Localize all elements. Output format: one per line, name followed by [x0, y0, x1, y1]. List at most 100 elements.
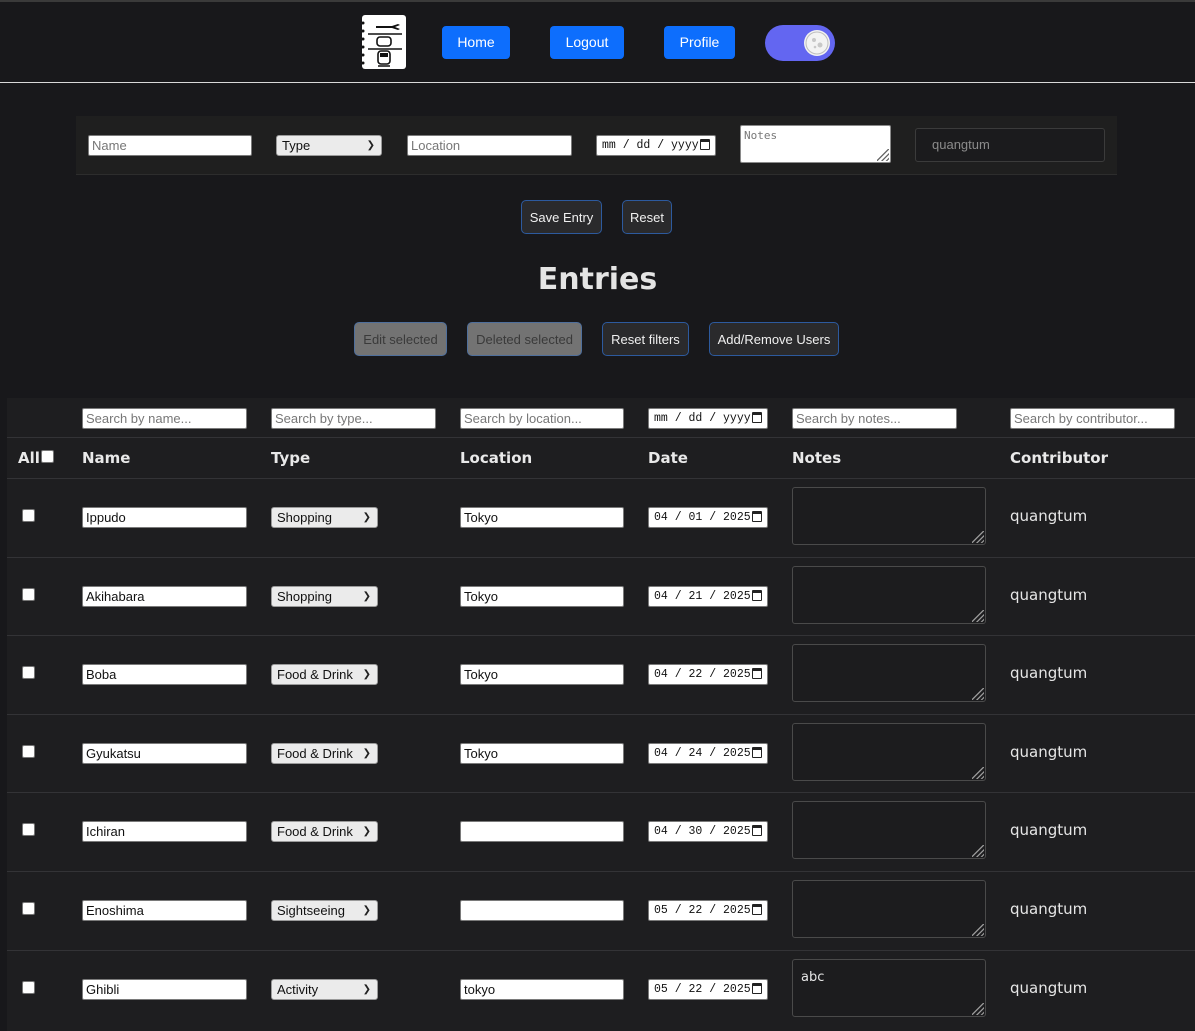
row-name-input[interactable]: Gyukatsu	[82, 743, 247, 764]
notes-placeholder: Notes	[744, 129, 778, 142]
resize-grip-icon[interactable]	[972, 924, 984, 936]
row-select-checkbox[interactable]	[22, 666, 35, 679]
row-location-input[interactable]: Tokyo	[460, 743, 624, 764]
resize-grip-icon[interactable]	[972, 1003, 984, 1015]
save-entry-button[interactable]: Save Entry	[521, 200, 602, 234]
row-type-select[interactable]: Sightseeing ❯	[271, 900, 378, 921]
filter-contributor-input[interactable]	[1010, 408, 1175, 429]
row-location-input[interactable]: Tokyo	[460, 507, 624, 528]
location-input[interactable]	[407, 135, 572, 156]
row-type-select[interactable]: Shopping ❯	[271, 507, 378, 528]
row-type-select[interactable]: Food & Drink ❯	[271, 743, 378, 764]
column-header-all: All	[18, 449, 40, 467]
calendar-icon[interactable]	[752, 747, 762, 758]
theme-toggle[interactable]	[765, 25, 835, 61]
row-notes-textarea[interactable]	[792, 566, 986, 624]
row-name-input[interactable]: Enoshima	[82, 900, 247, 921]
row-date-input[interactable]: 05 / 22 / 2025	[648, 979, 768, 1000]
row-date-input[interactable]: 04 / 01 / 2025	[648, 507, 768, 528]
type-select[interactable]: Type ❯	[276, 135, 382, 156]
edit-selected-button[interactable]: Edit selected	[354, 322, 447, 356]
row-type-value: Food & Drink	[277, 824, 353, 839]
date-input[interactable]: mm / dd / yyyy	[596, 135, 716, 156]
row-date-input[interactable]: 04 / 22 / 2025	[648, 664, 768, 685]
header-divider	[0, 82, 1195, 83]
row-notes-textarea[interactable]: abc	[792, 959, 986, 1017]
row-select-checkbox[interactable]	[22, 745, 35, 758]
row-date-input[interactable]: 05 / 22 / 2025	[648, 900, 768, 921]
row-location-input[interactable]: Tokyo	[460, 664, 624, 685]
resize-grip-icon[interactable]	[972, 688, 984, 700]
home-button[interactable]: Home	[442, 26, 510, 59]
row-name-input[interactable]: Ippudo	[82, 507, 247, 528]
name-input[interactable]	[88, 135, 252, 156]
row-location-input[interactable]	[460, 900, 624, 921]
row-select-checkbox[interactable]	[22, 823, 35, 836]
select-all-checkbox[interactable]	[41, 450, 54, 463]
row-date-input[interactable]: 04 / 24 / 2025	[648, 743, 768, 764]
row-location-input[interactable]: Tokyo	[460, 586, 624, 607]
travel-logo-icon[interactable]	[361, 15, 406, 69]
row-name-input[interactable]: Ichiran	[82, 821, 247, 842]
row-date-input[interactable]: 04 / 30 / 2025	[648, 821, 768, 842]
row-type-select[interactable]: Food & Drink ❯	[271, 821, 378, 842]
row-date-value: 05 / 22 / 2025	[654, 904, 751, 917]
column-header-date: Date	[648, 449, 688, 467]
filter-notes-input[interactable]	[792, 408, 957, 429]
calendar-icon[interactable]	[752, 412, 762, 423]
row-divider	[7, 792, 1195, 793]
resize-grip-icon[interactable]	[972, 610, 984, 622]
row-notes-textarea[interactable]	[792, 487, 986, 545]
resize-grip-icon[interactable]	[877, 149, 889, 161]
row-type-select[interactable]: Shopping ❯	[271, 586, 378, 607]
filter-location-input[interactable]	[460, 408, 624, 429]
resize-grip-icon[interactable]	[972, 767, 984, 779]
row-select-checkbox[interactable]	[22, 902, 35, 915]
row-contributor: quangtum	[1010, 586, 1088, 604]
row-name-input[interactable]: Ghibli	[82, 979, 247, 1000]
row-type-select[interactable]: Activity ❯	[271, 979, 378, 1000]
row-divider	[7, 950, 1195, 951]
resize-grip-icon[interactable]	[972, 531, 984, 543]
row-notes-textarea[interactable]	[792, 801, 986, 859]
row-select-checkbox[interactable]	[22, 509, 35, 522]
row-date-value: 04 / 24 / 2025	[654, 747, 751, 760]
notes-textarea[interactable]: Notes	[740, 125, 891, 163]
row-location-input[interactable]	[460, 821, 624, 842]
calendar-icon[interactable]	[752, 983, 762, 994]
delete-selected-button[interactable]: Deleted selected	[467, 322, 582, 356]
calendar-icon[interactable]	[752, 590, 762, 601]
calendar-icon[interactable]	[752, 904, 762, 915]
filter-name-input[interactable]	[82, 408, 247, 429]
row-type-value: Shopping	[277, 510, 332, 525]
chevron-down-icon: ❯	[362, 512, 371, 523]
calendar-icon[interactable]	[700, 139, 710, 150]
row-divider	[7, 871, 1195, 872]
reset-button[interactable]: Reset	[622, 200, 672, 234]
row-notes-textarea[interactable]	[792, 644, 986, 702]
calendar-icon[interactable]	[752, 825, 762, 836]
row-name-input[interactable]: Boba	[82, 664, 247, 685]
filter-date-input[interactable]: mm / dd / yyyy	[648, 408, 768, 429]
type-select-value: Type	[282, 138, 311, 153]
chevron-down-icon: ❯	[362, 826, 371, 837]
row-select-checkbox[interactable]	[22, 981, 35, 994]
row-select-checkbox[interactable]	[22, 588, 35, 601]
profile-button[interactable]: Profile	[664, 26, 735, 59]
resize-grip-icon[interactable]	[972, 845, 984, 857]
calendar-icon[interactable]	[752, 668, 762, 679]
row-notes-textarea[interactable]	[792, 723, 986, 781]
filter-date-value: mm / dd / yyyy	[654, 412, 751, 425]
row-notes-textarea[interactable]	[792, 880, 986, 938]
row-date-input[interactable]: 04 / 21 / 2025	[648, 586, 768, 607]
add-remove-users-button[interactable]: Add/Remove Users	[709, 322, 839, 356]
row-name-input[interactable]: Akihabara	[82, 586, 247, 607]
filter-type-input[interactable]	[271, 408, 436, 429]
row-location-input[interactable]: tokyo	[460, 979, 624, 1000]
calendar-icon[interactable]	[752, 511, 762, 522]
logout-button[interactable]: Logout	[550, 26, 624, 59]
entries-title: Entries	[537, 262, 658, 297]
row-type-select[interactable]: Food & Drink ❯	[271, 664, 378, 685]
chevron-down-icon: ❯	[362, 748, 371, 759]
reset-filters-button[interactable]: Reset filters	[602, 322, 689, 356]
